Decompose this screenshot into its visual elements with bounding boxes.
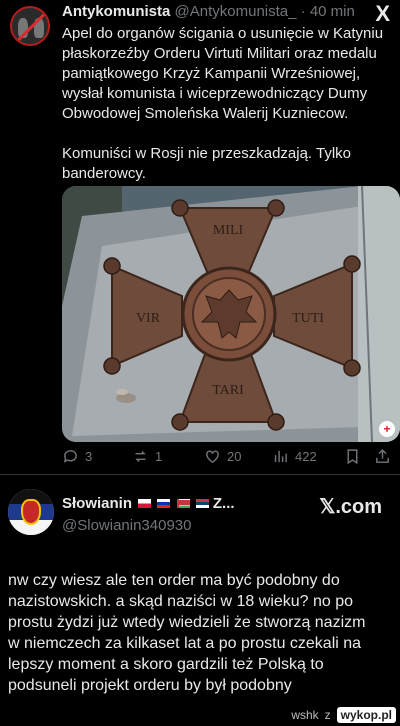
tweet-text-line: płaskorzeźby Orderu Virtuti Militari ora…: [62, 45, 377, 62]
reply-count: 3: [85, 449, 93, 464]
reply-author-name-suffix: Z...: [212, 495, 235, 512]
like-button[interactable]: 20: [204, 448, 241, 465]
cross-photo: MILI VIR TUTI TARI: [62, 186, 400, 442]
bookmark-button[interactable]: [344, 448, 361, 465]
views-icon: [274, 450, 287, 463]
reply-text: nw czy wiesz ale ten order ma być podobn…: [8, 570, 392, 696]
tweet-text-line: pamiątkowego Krzyż Kampanii Wrześniowej,: [62, 65, 361, 82]
reply-text-line: prostu żydzi już wtedy wiedzieli że stwo…: [8, 614, 366, 631]
tweet-text-line: Komuniści w Rosji nie przeszkadzają. Tyl…: [62, 145, 352, 162]
poland-flag-icon: [138, 499, 152, 508]
cross-inscription: VIR: [136, 311, 161, 326]
reply-author-name: Słowianin: [62, 495, 133, 512]
reply-author-name-row[interactable]: Słowianin Z...: [62, 495, 235, 512]
eagle-emblem-icon: [21, 499, 41, 525]
reply-text-line: nw czy wiesz ale ten order ma być podobn…: [8, 572, 340, 589]
x-brand-logo: 𝕏.com: [319, 496, 382, 518]
views-count: 422: [295, 449, 317, 464]
watermark: wshk z wykop.pl: [291, 707, 396, 723]
tweet-text: Apel do organów ścigania o usunięcie w K…: [62, 24, 392, 184]
tweet-actions: 3 1 20 422: [62, 448, 394, 470]
wykop-logo: wykop.pl: [336, 707, 396, 723]
cross-inscription: TARI: [212, 383, 244, 398]
tweet-image[interactable]: MILI VIR TUTI TARI +: [62, 186, 400, 442]
watermark-separator: z: [324, 708, 331, 722]
repost-button[interactable]: 1: [132, 448, 162, 465]
tweet-text-line: wysłał komunista i wiceprzewodniczący Du…: [62, 85, 368, 102]
reply-icon: [63, 450, 77, 463]
repost-icon: [135, 451, 146, 462]
like-count: 20: [227, 449, 242, 464]
author-handle[interactable]: @Antykomunista_: [175, 3, 297, 20]
views-button[interactable]: 422: [272, 448, 317, 465]
bookmark-icon: [347, 449, 358, 465]
reply-text-line: podsuneli projekt orderu by był podobny: [8, 677, 292, 694]
reply-author-avatar[interactable]: [8, 489, 54, 535]
author-avatar[interactable]: [10, 6, 50, 46]
reply-text-line: w niemczech za kilkaset lat a po prostu …: [8, 635, 362, 652]
russia-flag-icon: [157, 499, 171, 508]
expand-image-icon[interactable]: +: [379, 421, 395, 437]
cross-inscription: TUTI: [292, 311, 324, 326]
tweet-text-line: banderowcy.: [62, 165, 146, 182]
tweet: Antykomunista @Antykomunista_ · 40 min X…: [0, 0, 400, 472]
serbia-flag-icon: [195, 499, 209, 508]
reply-text-line: nazistowskich. a skąd naziści w 18 wieku…: [8, 593, 354, 610]
reply-button[interactable]: 3: [62, 448, 92, 465]
share-icon: [376, 449, 389, 463]
cross-inscription: MILI: [213, 223, 244, 238]
tweet-text-line: Obwodowej Smoleńska Walerij Kuzniecow.: [62, 105, 349, 122]
divider: [0, 474, 400, 475]
reply-author-handle[interactable]: @Slowianin340930: [62, 517, 192, 534]
tweet-time[interactable]: · 40 min: [301, 3, 355, 20]
author-name[interactable]: Antykomunista: [62, 3, 170, 20]
belarus-flag-icon: [176, 499, 190, 508]
share-button[interactable]: [374, 448, 391, 465]
reply-text-line: lepszy moment a skoro gardzili też Polsk…: [8, 656, 324, 673]
repost-count: 1: [155, 449, 163, 464]
watermark-user: wshk: [291, 708, 319, 722]
tweet-header: Antykomunista @Antykomunista_ · 40 min: [62, 3, 355, 20]
tweet-text-line: Apel do organów ścigania o usunięcie w K…: [62, 25, 384, 42]
like-icon: [206, 450, 219, 464]
